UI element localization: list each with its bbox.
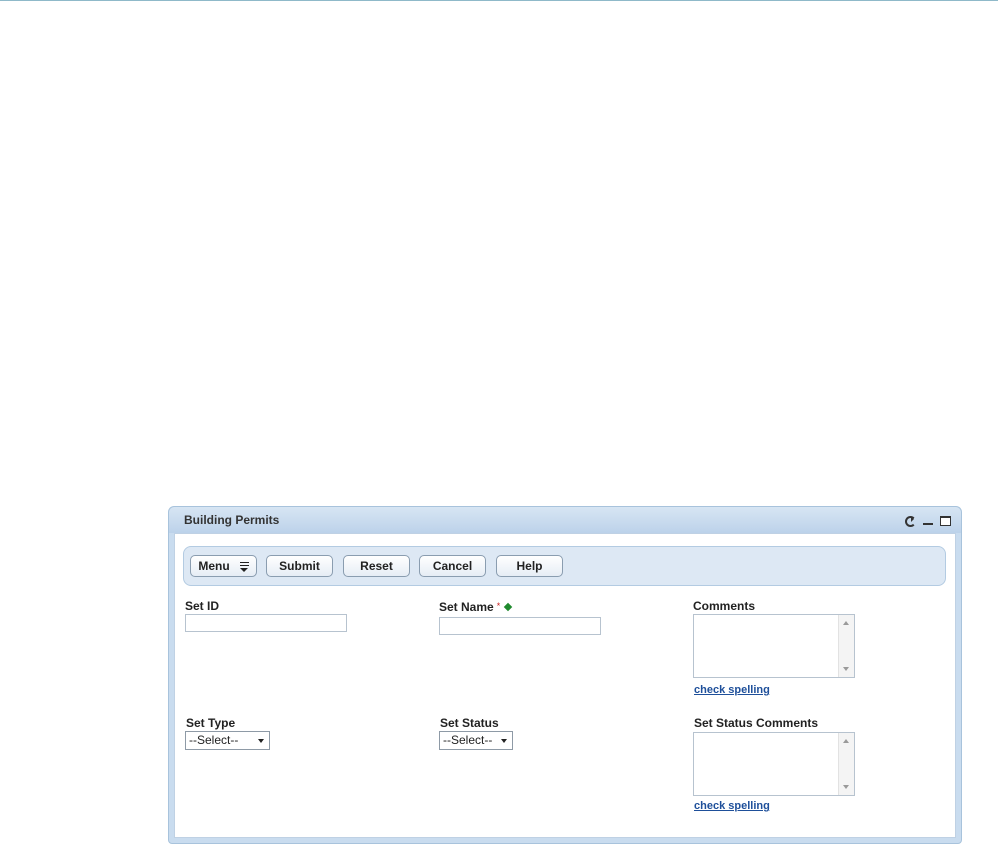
- portlet-body: Menu Submit Reset Cancel Help Set ID Set…: [174, 533, 956, 838]
- set-status-label: Set Status: [440, 716, 499, 730]
- comments-textarea[interactable]: [693, 614, 855, 678]
- set-status-comments-textarea[interactable]: [693, 732, 855, 796]
- set-name-label: Set Name: [439, 600, 494, 614]
- required-mark: *: [496, 601, 501, 611]
- menu-button[interactable]: Menu: [190, 555, 257, 577]
- scroll-down-icon[interactable]: [843, 785, 849, 789]
- portlet-controls: [905, 514, 951, 528]
- set-status-comments-scrollbar[interactable]: [838, 733, 854, 795]
- diamond-icon: [503, 602, 513, 612]
- scroll-down-icon[interactable]: [843, 667, 849, 671]
- cancel-button[interactable]: Cancel: [419, 555, 486, 577]
- submit-button[interactable]: Submit: [266, 555, 333, 577]
- portlet-header: Building Permits: [169, 507, 961, 533]
- set-name-label-group: Set Name *: [439, 600, 513, 614]
- reset-button[interactable]: Reset: [343, 555, 410, 577]
- refresh-icon[interactable]: [905, 515, 916, 527]
- scroll-up-icon[interactable]: [843, 621, 849, 625]
- set-status-comments-label: Set Status Comments: [694, 716, 819, 730]
- set-type-select[interactable]: --Select--: [185, 731, 270, 750]
- help-button[interactable]: Help: [496, 555, 563, 577]
- comments-scrollbar[interactable]: [838, 615, 854, 677]
- action-toolbar: Menu Submit Reset Cancel Help: [183, 546, 946, 586]
- set-name-input[interactable]: [439, 617, 601, 635]
- set-status-select[interactable]: --Select--: [439, 731, 513, 750]
- portlet-title: Building Permits: [184, 513, 280, 527]
- menu-button-label: Menu: [198, 559, 230, 573]
- set-type-selected: --Select--: [189, 733, 239, 747]
- check-spelling-link[interactable]: check spelling: [694, 684, 770, 696]
- chevron-down-icon: [258, 739, 264, 743]
- set-id-input[interactable]: [185, 614, 347, 632]
- minimize-icon[interactable]: [922, 515, 934, 527]
- scroll-up-icon[interactable]: [843, 739, 849, 743]
- set-status-selected: --Select--: [443, 733, 493, 747]
- set-id-label: Set ID: [185, 599, 220, 613]
- check-spelling-link-status[interactable]: check spelling: [694, 800, 770, 812]
- building-permits-portlet: Building Permits Menu Submit Reset Cance…: [168, 506, 962, 844]
- menu-dropdown-icon: [239, 561, 249, 572]
- set-type-label: Set Type: [186, 716, 236, 730]
- chevron-down-icon: [501, 739, 507, 743]
- top-divider: [0, 0, 998, 1]
- comments-label: Comments: [693, 599, 756, 613]
- maximize-icon[interactable]: [940, 516, 951, 526]
